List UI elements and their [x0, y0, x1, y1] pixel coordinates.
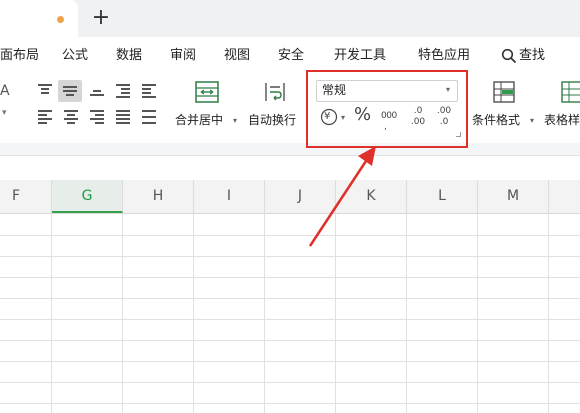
grid-line: [0, 235, 580, 236]
column-header-i[interactable]: I: [194, 180, 265, 213]
ribbon-footer: [0, 143, 580, 156]
grid-line: [477, 213, 478, 413]
font-dropdown-icon[interactable]: ▾: [2, 108, 12, 118]
table-style-label[interactable]: 表格样: [544, 112, 580, 128]
grid-line: [406, 213, 407, 413]
menu-data[interactable]: 数据: [116, 47, 142, 65]
align-middle-icon[interactable]: [58, 80, 82, 102]
new-tab-button[interactable]: +: [90, 5, 112, 31]
column-header-l[interactable]: L: [407, 180, 478, 213]
auto-wrap-icon[interactable]: [262, 80, 288, 104]
align-right-icon[interactable]: [88, 109, 106, 125]
font-size-icon[interactable]: A: [0, 82, 12, 100]
grid-line: [264, 213, 265, 413]
align-center-icon[interactable]: [62, 109, 80, 125]
grid-line: [0, 319, 580, 320]
grid-line: [0, 256, 580, 257]
grid-line: [0, 277, 580, 278]
annotation-arrow-icon: [308, 146, 376, 247]
menu-special-apps[interactable]: 特色应用: [418, 47, 470, 65]
grid-line: [548, 213, 549, 413]
merge-center-label[interactable]: 合并居中: [175, 112, 223, 128]
align-left-icon[interactable]: [36, 109, 54, 125]
unsaved-dot-icon: [57, 16, 64, 23]
grid-line: [122, 213, 123, 413]
distributed-align-icon[interactable]: [140, 109, 158, 125]
align-bottom-icon[interactable]: [88, 83, 106, 99]
column-header-m[interactable]: M: [478, 180, 549, 213]
document-tab[interactable]: [0, 0, 78, 37]
merge-center-dropdown-icon[interactable]: ▾: [233, 113, 237, 129]
conditional-format-dropdown-icon[interactable]: ▾: [530, 113, 534, 129]
grid-line: [0, 298, 580, 299]
column-header-n[interactable]: [549, 180, 580, 213]
conditional-format-icon[interactable]: [492, 80, 516, 104]
formula-bar-area: [0, 156, 580, 180]
grid-line: [0, 382, 580, 383]
table-style-icon[interactable]: [560, 80, 580, 104]
menu-formulas[interactable]: 公式: [62, 47, 88, 65]
conditional-format-label[interactable]: 条件格式: [472, 112, 520, 128]
column-header-h[interactable]: H: [123, 180, 194, 213]
highlight-box: [306, 70, 468, 148]
increase-indent-icon[interactable]: [140, 83, 158, 99]
tab-strip: [0, 0, 580, 37]
menu-developer-tools[interactable]: 开发工具: [334, 47, 386, 65]
menu-security[interactable]: 安全: [278, 47, 304, 65]
grid-line: [0, 340, 580, 341]
table-style-clip: 表格样: [544, 112, 580, 128]
menu-search[interactable]: 查找: [519, 47, 545, 65]
cell-grid[interactable]: [0, 214, 580, 413]
menu-page-layout[interactable]: 面布局: [0, 47, 39, 65]
grid-line: [51, 213, 52, 413]
column-header-f[interactable]: F: [0, 180, 52, 213]
menu-review[interactable]: 审阅: [170, 47, 196, 65]
grid-line: [0, 403, 580, 404]
search-icon[interactable]: [501, 48, 517, 64]
grid-line: [0, 361, 580, 362]
grid-line: [193, 213, 194, 413]
justify-icon[interactable]: [114, 109, 132, 125]
column-header-g[interactable]: G: [52, 180, 123, 213]
merge-center-icon[interactable]: [194, 80, 220, 104]
menu-view[interactable]: 视图: [224, 47, 250, 65]
align-top-icon[interactable]: [36, 83, 54, 99]
auto-wrap-label[interactable]: 自动换行: [248, 112, 296, 128]
decrease-indent-icon[interactable]: [114, 83, 132, 99]
